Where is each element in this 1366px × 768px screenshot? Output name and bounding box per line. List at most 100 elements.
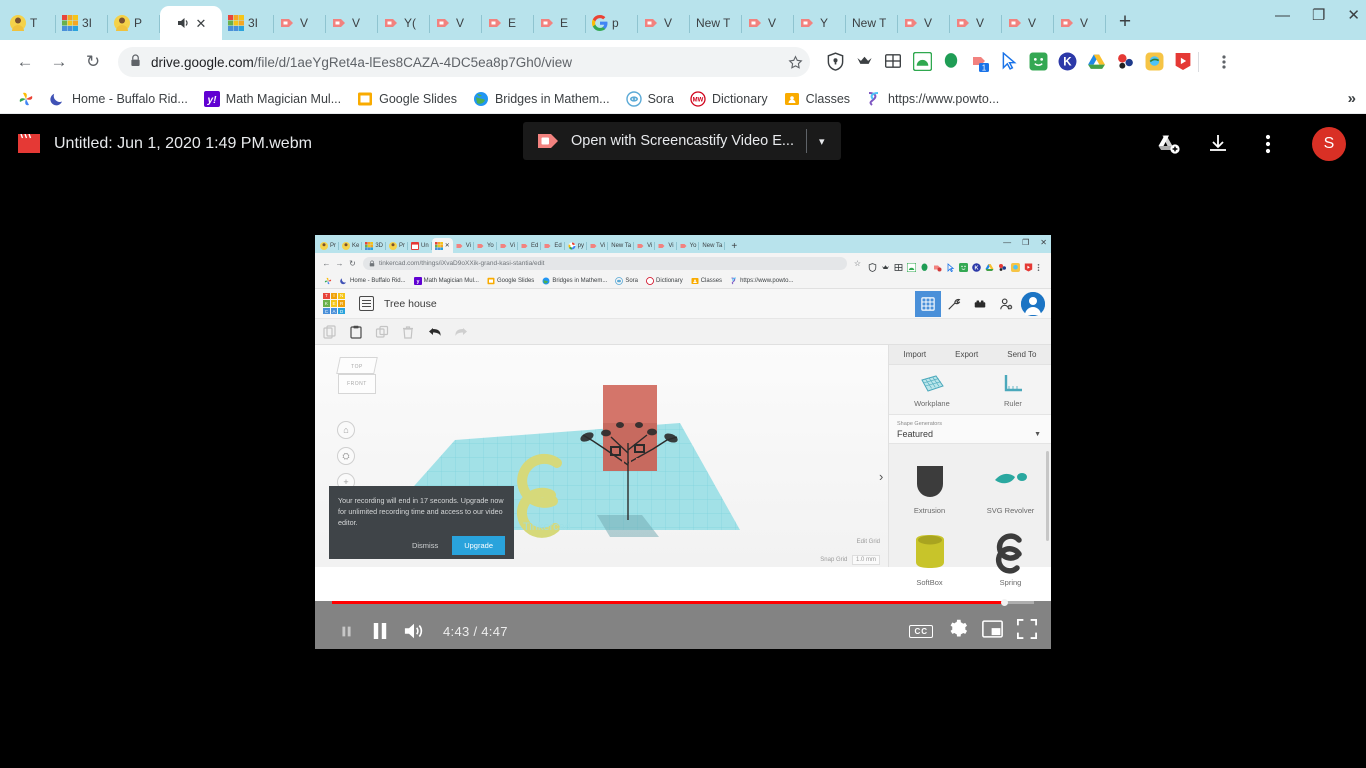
recorded-bookmark-label: Classes	[700, 277, 723, 284]
browser-tab[interactable]: V	[638, 6, 690, 40]
video-progress-knob[interactable]	[1001, 599, 1008, 606]
open-with-button[interactable]: Open with Screencastify Video E... ▾	[523, 122, 841, 160]
open-with-label: Open with Screencastify Video E...	[571, 133, 794, 149]
tab-strip: T 3I P ✕ 3I V V Y(V E E p V New T V Y N…	[0, 0, 1366, 40]
avatar[interactable]: S	[1312, 127, 1346, 161]
kami-icon[interactable]: K	[1058, 52, 1078, 72]
green-balloon-icon	[920, 259, 929, 271]
recorded-bookmark: Sora	[611, 276, 642, 285]
tab-close-icon[interactable]: ✕	[196, 17, 207, 30]
miniplayer-icon[interactable]	[982, 619, 1003, 643]
yellow-globe-icon[interactable]	[1145, 52, 1165, 72]
green-arch-icon[interactable]	[912, 51, 933, 72]
red-video-icon[interactable]	[1174, 52, 1194, 72]
play-pause-button[interactable]	[363, 616, 397, 646]
screencastify-icon-badge[interactable]: 1	[971, 52, 991, 72]
bookmarks-overflow-button[interactable]: »	[1348, 90, 1356, 107]
bookmark-item[interactable]: MW Dictionary	[682, 88, 776, 110]
ruler-icon	[1004, 375, 1022, 392]
slides-icon	[487, 277, 495, 285]
bookmark-item[interactable]: Classes	[776, 88, 858, 110]
spring-shape-icon	[995, 533, 1022, 574]
user-avatar-icon	[342, 241, 350, 250]
browser-tab[interactable]: E	[534, 6, 586, 40]
minimize-button[interactable]: —	[1275, 8, 1290, 23]
recorded-bookmark-label: Dictionary	[656, 277, 683, 284]
recorded-tab-label: Yo	[486, 242, 494, 249]
star-icon[interactable]	[780, 47, 810, 77]
green-smiley-icon[interactable]	[1029, 52, 1049, 72]
reload-button[interactable]: ↻	[76, 45, 110, 79]
forward-button[interactable]: →	[42, 45, 76, 79]
green-balloon-icon[interactable]	[942, 52, 962, 72]
add-to-drive-icon[interactable]	[1156, 132, 1180, 156]
maximize-button[interactable]: ❐	[1312, 8, 1325, 23]
crown-icon[interactable]	[855, 52, 875, 72]
cc-button[interactable]: CC	[909, 624, 933, 638]
bookmarks-bar: Home - Buffalo Rid... y! Math Magician M…	[0, 84, 1366, 114]
shape-generators-dropdown: Shape Generators Featured ▼	[889, 415, 1051, 444]
bookmark-item[interactable]: Home - Buffalo Rid...	[42, 88, 196, 110]
bookmark-item[interactable]: Google Slides	[349, 88, 465, 110]
helper-label: Ruler	[1003, 399, 1022, 408]
bookmark-item[interactable]: Sora	[618, 88, 682, 110]
molecule-icon[interactable]	[1116, 52, 1136, 72]
browser-tab[interactable]: New T	[690, 6, 742, 40]
browser-tab[interactable]: V	[274, 6, 326, 40]
browser-tab[interactable]: V	[326, 6, 378, 40]
browser-tab[interactable]: V	[898, 6, 950, 40]
more-options-icon[interactable]	[1256, 132, 1280, 156]
video-controls[interactable]: 4:43 / 4:47 CC	[315, 599, 1051, 649]
volume-high-icon[interactable]	[397, 616, 431, 646]
recorded-bookmark-label: Math Magician Mul...	[423, 277, 479, 284]
video-player[interactable]: Pr Ke 3D Pr Un ✕ Vi Yo Vi Ed Ed py Vi Ne…	[315, 235, 1051, 649]
browser-tab[interactable]: p	[586, 6, 638, 40]
browser-tab[interactable]: V	[430, 6, 482, 40]
browser-tab[interactable]: V	[950, 6, 1002, 40]
shape-label: SoftBox	[916, 578, 943, 587]
browser-tab[interactable]: P	[108, 6, 160, 40]
recorded-tab-label: Ke	[352, 242, 360, 249]
grid-icon[interactable]	[884, 52, 904, 72]
recorded-tab-active: ✕	[431, 238, 453, 253]
browser-tab[interactable]: V	[1054, 6, 1106, 40]
browser-tab[interactable]: Y(	[378, 6, 430, 40]
browser-tab[interactable]: Y	[794, 6, 846, 40]
browser-tab[interactable]: E	[482, 6, 534, 40]
address-bar[interactable]: drive.google.com/file/d/1aeYgRet4a-lEes8…	[118, 47, 808, 77]
browser-tab[interactable]: V	[1002, 6, 1054, 40]
recorded-bookmark-label: Home - Buffalo Rid...	[350, 277, 406, 284]
kebab-menu-icon[interactable]	[1211, 48, 1237, 76]
new-tab-button[interactable]: +	[1110, 7, 1140, 37]
recorded-bookmark: Home - Buffalo Rid...	[336, 277, 410, 285]
bookmark-item[interactable]: Bridges in Mathem...	[465, 88, 618, 110]
shield-icon[interactable]	[826, 52, 846, 72]
bookmark-item[interactable]: y! Math Magician Mul...	[196, 88, 349, 110]
video-progress-bar[interactable]	[332, 599, 1034, 606]
bookmark-item[interactable]	[10, 88, 42, 110]
download-icon[interactable]	[1206, 132, 1230, 156]
browser-tab[interactable]: 3I	[222, 6, 274, 40]
browser-tab[interactable]: 3I	[56, 6, 108, 40]
gear-icon[interactable]	[947, 618, 968, 644]
bookmark-item[interactable]: https://www.powto...	[858, 88, 1007, 110]
address-bar-text: drive.google.com/file/d/1aeYgRet4a-lEes8…	[151, 55, 572, 70]
delete-icon	[401, 325, 415, 339]
browser-tab[interactable]: New T	[846, 6, 898, 40]
google-drive-icon[interactable]	[1087, 52, 1107, 72]
shape-item: Extrusion	[889, 448, 970, 520]
cursor-icon[interactable]	[1000, 51, 1020, 72]
close-window-button[interactable]: ✕	[1347, 8, 1360, 23]
browser-tab[interactable]: T	[4, 6, 56, 40]
grid-icon	[894, 259, 903, 271]
red-video-icon	[1024, 259, 1033, 271]
speaker-playing-icon[interactable]	[176, 15, 192, 31]
fullscreen-icon[interactable]	[1017, 618, 1037, 644]
tools-mode-icon	[941, 291, 967, 317]
back-button[interactable]: ←	[8, 45, 42, 79]
browser-tab[interactable]: V	[742, 6, 794, 40]
browser-tab-active[interactable]: ✕	[160, 6, 222, 40]
chevron-down-icon[interactable]: ▾	[819, 135, 825, 148]
softbox-shape-icon	[915, 535, 944, 568]
pause-icon[interactable]	[329, 616, 363, 646]
